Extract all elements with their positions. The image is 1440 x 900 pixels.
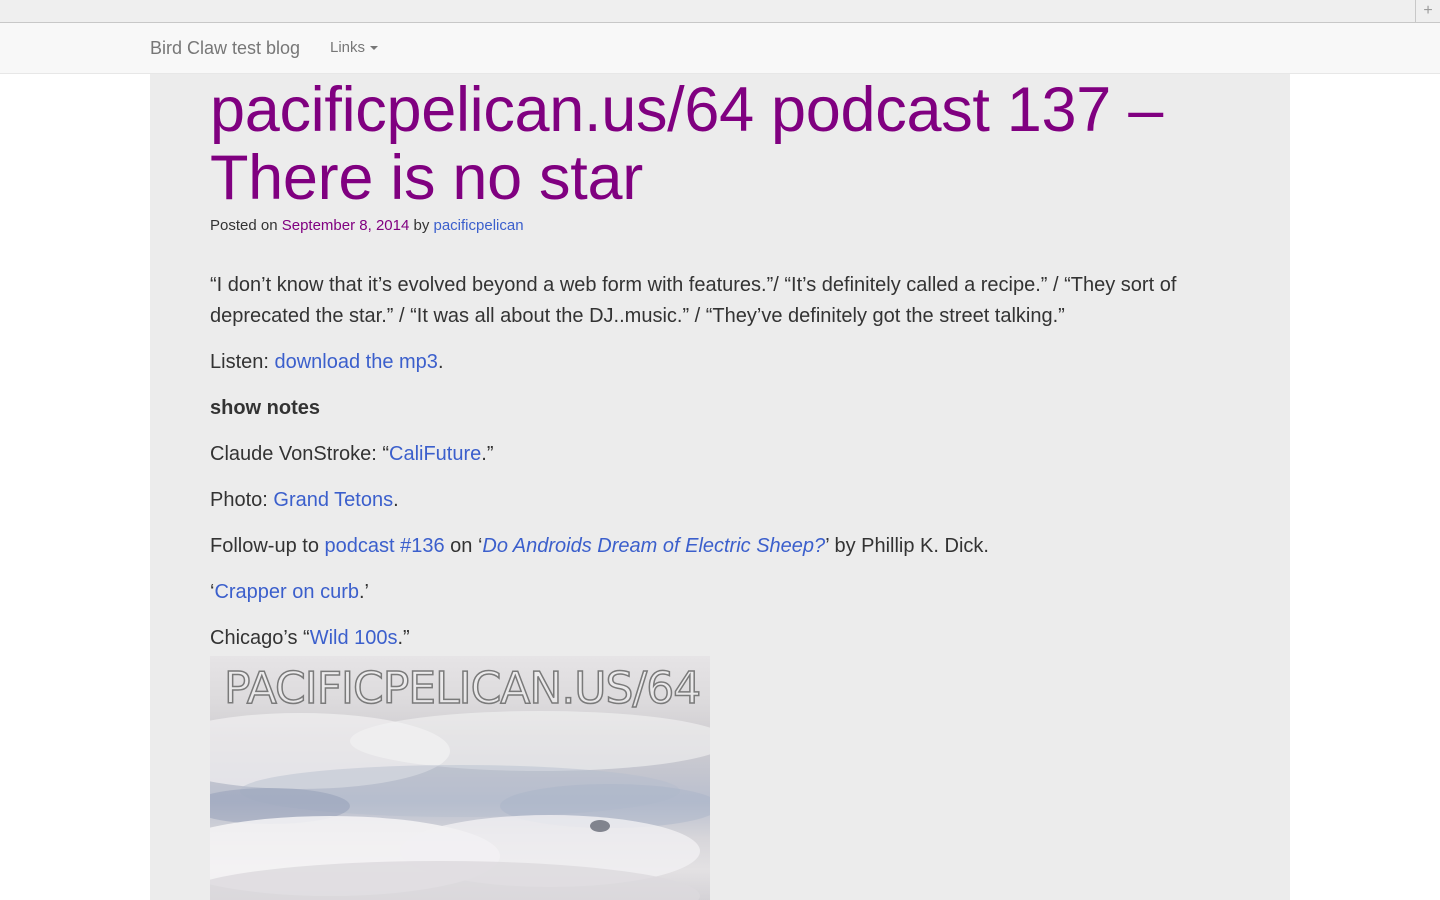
post-meta: Posted on September 8, 2014 by pacificpe… bbox=[210, 216, 1230, 236]
post-article: pacificpelican.us/64 podcast 137 – There… bbox=[210, 74, 1230, 654]
cover-title-text: PACIFICPELICAN.US/64 bbox=[223, 663, 702, 715]
browser-tab-strip: + bbox=[0, 0, 1440, 23]
podcast-cover-image: PACIFICPELICAN.US/64 bbox=[210, 656, 710, 900]
chicago-paragraph: Chicago’s “Wild 100s.” bbox=[210, 623, 1230, 654]
post-date-link[interactable]: September 8, 2014 bbox=[282, 217, 410, 234]
photo-prefix: Photo: bbox=[210, 489, 274, 511]
followup-prefix: Follow-up to bbox=[210, 535, 325, 557]
post-author-link[interactable]: pacificpelican bbox=[434, 217, 524, 234]
crapper-on-curb-link[interactable]: Crapper on curb bbox=[214, 581, 359, 603]
photo-suffix: . bbox=[393, 489, 399, 511]
androids-book-link[interactable]: Do Androids Dream of Electric Sheep? bbox=[482, 535, 825, 557]
caret-down-icon bbox=[370, 46, 379, 51]
califuture-link[interactable]: CaliFuture bbox=[389, 443, 481, 465]
claude-paragraph: Claude VonStroke: “CaliFuture.” bbox=[210, 439, 1230, 470]
site-brand-link[interactable]: Bird Claw test blog bbox=[150, 37, 300, 59]
post-body: “I don’t know that it’s evolved beyond a… bbox=[210, 270, 1230, 654]
by-label: by bbox=[409, 217, 434, 234]
links-dropdown-label: Links bbox=[330, 39, 366, 56]
new-tab-button[interactable]: + bbox=[1415, 0, 1440, 22]
post-container: pacificpelican.us/64 podcast 137 – There… bbox=[150, 74, 1290, 900]
chicago-prefix: Chicago’s “ bbox=[210, 627, 310, 649]
listen-paragraph: Listen: download the mp3. bbox=[210, 347, 1230, 378]
links-dropdown-toggle[interactable]: Links bbox=[330, 38, 379, 58]
claude-suffix: .” bbox=[481, 443, 494, 465]
wild-100s-link[interactable]: Wild 100s bbox=[310, 627, 398, 649]
crapper-paragraph: ‘Crapper on curb.’ bbox=[210, 577, 1230, 608]
site-navbar: Bird Claw test blog Links bbox=[0, 23, 1440, 74]
listen-prefix: Listen: bbox=[210, 351, 275, 373]
posted-on-label: Posted on bbox=[210, 217, 282, 234]
chicago-suffix: .” bbox=[397, 627, 410, 649]
download-mp3-link[interactable]: download the mp3 bbox=[274, 351, 437, 373]
followup-paragraph: Follow-up to podcast #136 on ‘Do Android… bbox=[210, 531, 1230, 562]
podcast-136-link[interactable]: podcast #136 bbox=[325, 535, 445, 557]
grand-tetons-link[interactable]: Grand Tetons bbox=[273, 489, 393, 511]
post-title[interactable]: pacificpelican.us/64 podcast 137 – There… bbox=[210, 74, 1230, 212]
listen-suffix: . bbox=[437, 351, 444, 373]
photo-paragraph: Photo: Grand Tetons. bbox=[210, 485, 1230, 516]
quote-paragraph: “I don’t know that it’s evolved beyond a… bbox=[210, 274, 1177, 327]
crapper-suffix: .’ bbox=[358, 581, 369, 603]
followup-suffix: ’ by Phillip K. Dick. bbox=[825, 535, 989, 557]
show-notes-heading: show notes bbox=[210, 397, 321, 419]
followup-middle: on ‘ bbox=[444, 535, 483, 557]
claude-prefix: Claude VonStroke: “ bbox=[210, 443, 389, 465]
